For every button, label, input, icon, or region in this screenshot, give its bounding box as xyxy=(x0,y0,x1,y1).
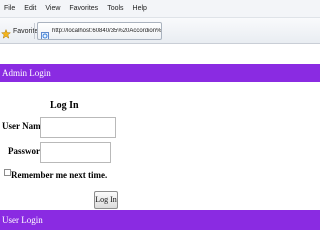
menu-help[interactable]: Help xyxy=(129,0,152,18)
menu-edit[interactable]: Edit xyxy=(20,0,41,18)
star-icon xyxy=(0,26,12,39)
browser-tab[interactable]: http://localhost:60840/35%20Accordion%20… xyxy=(37,22,162,40)
remember-me-label: Remember me next time. xyxy=(11,170,108,180)
admin-login-header[interactable]: Admin Login xyxy=(0,64,320,82)
username-input[interactable] xyxy=(40,117,116,138)
menu-favorites[interactable]: Favorites xyxy=(65,0,103,18)
login-title: Log In xyxy=(50,100,79,111)
tab-title: http://localhost:60840/35%20Accordion%20… xyxy=(52,28,161,34)
ie-page-icon xyxy=(41,27,49,39)
user-login-header[interactable]: User Login xyxy=(0,210,320,230)
menu-tools[interactable]: Tools xyxy=(103,0,128,18)
menu-file[interactable]: File xyxy=(0,0,20,18)
remember-me-checkbox[interactable] xyxy=(4,169,11,176)
favorites-bar: Favorites http://localhost:60840/35%20Ac… xyxy=(0,18,320,44)
menu-bar: File Edit View Favorites Tools Help xyxy=(0,0,320,18)
menu-view[interactable]: View xyxy=(41,0,65,18)
favorites-button[interactable]: Favorites xyxy=(0,24,42,39)
login-button[interactable]: Log In xyxy=(94,191,118,209)
favorites-separator xyxy=(34,23,35,39)
password-input[interactable] xyxy=(40,142,111,163)
